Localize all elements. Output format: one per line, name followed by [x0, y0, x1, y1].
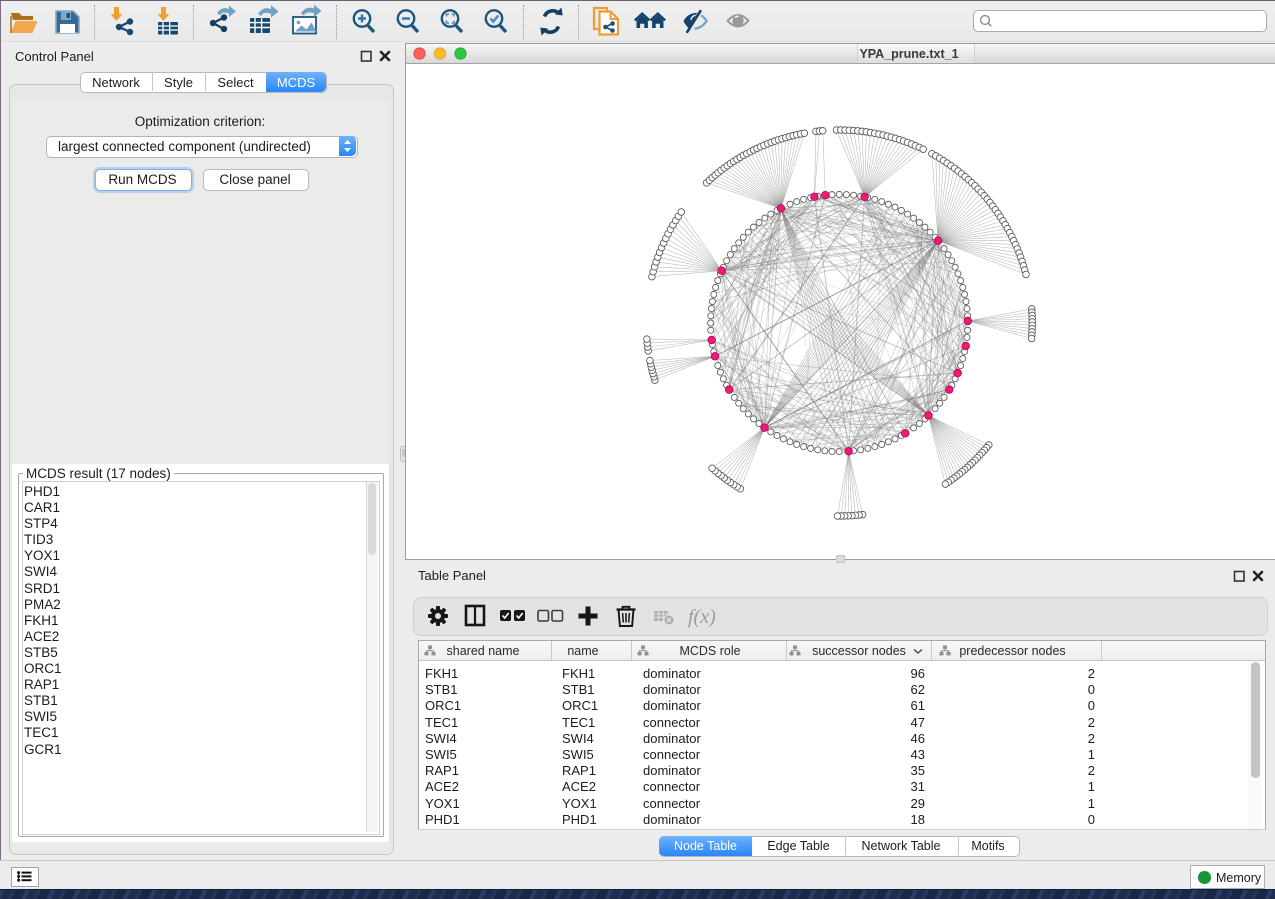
svg-text:f(x): f(x): [688, 606, 716, 628]
